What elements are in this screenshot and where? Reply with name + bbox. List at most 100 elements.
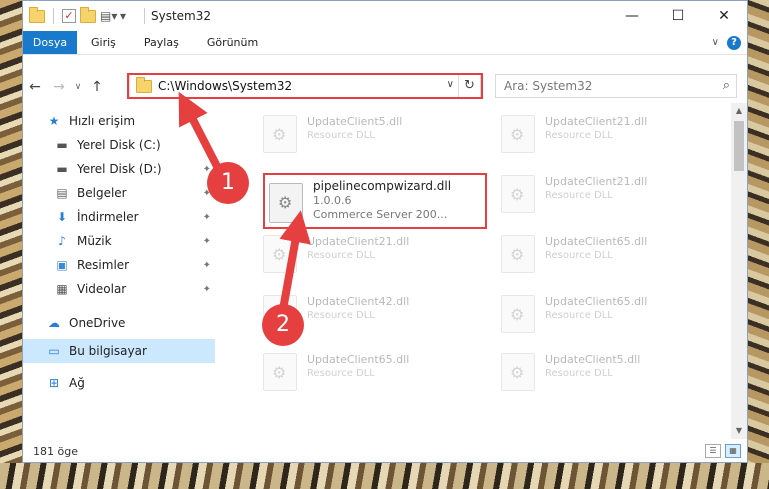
sidebar-item-downloads[interactable]: ⬇ İndirmeler ✦: [23, 205, 215, 229]
item-count: 181 öge: [33, 444, 78, 458]
folder-icon: [29, 6, 45, 23]
list-item[interactable]: UpdateClient21.dll Resource DLL: [501, 115, 731, 159]
toolbar-divider: [53, 8, 54, 24]
network-icon: ⊞: [48, 376, 60, 390]
recent-locations-button[interactable]: ∨: [71, 82, 85, 92]
dll-file-icon: [263, 353, 297, 391]
sidebar-item-videos[interactable]: ▦ Videolar ✦: [23, 277, 215, 301]
tab-view[interactable]: Görünüm: [193, 31, 272, 54]
new-folder-icon[interactable]: [80, 6, 96, 23]
title-bar: ✓ ▤▾ ▾ System32 — ☐ ✕: [23, 1, 747, 31]
file-name: UpdateClient65.dll: [545, 295, 648, 308]
file-description: Resource DLL: [307, 310, 375, 321]
sidebar-item-pictures[interactable]: ▣ Resimler ✦: [23, 253, 215, 277]
sidebar-item-quick-access[interactable]: ★ Hızlı erişim: [23, 109, 215, 133]
file-description: Resource DLL: [545, 190, 613, 201]
dll-file-icon: [501, 175, 535, 213]
pin-icon: ✦: [202, 139, 211, 151]
computer-icon: ▭: [48, 344, 60, 358]
sidebar-item-this-pc[interactable]: ▭ Bu bilgisayar: [23, 339, 215, 363]
status-bar: 181 öge ☰ ▦: [23, 440, 747, 462]
sidebar-item-local-disk-c[interactable]: ▬ Yerel Disk (C:) ✦: [23, 133, 215, 157]
sidebar-item-label: Yerel Disk (C:): [77, 138, 161, 152]
download-icon: ⬇: [56, 210, 68, 224]
sidebar-item-label: Bu bilgisayar: [69, 344, 147, 358]
file-description: Resource DLL: [545, 250, 613, 261]
window-title: System32: [151, 9, 212, 23]
back-button[interactable]: ←: [23, 79, 47, 95]
sidebar-item-label: Resimler: [77, 258, 130, 272]
sidebar-item-documents[interactable]: ▤ Belgeler ✦: [23, 181, 215, 205]
sidebar-item-local-disk-d[interactable]: ▬ Yerel Disk (D:) ✦: [23, 157, 215, 181]
desktop-background-left: [0, 0, 22, 489]
video-icon: ▦: [56, 282, 68, 296]
file-name: UpdateClient21.dll: [307, 235, 410, 248]
file-description: Resource DLL: [545, 368, 613, 379]
sidebar-item-label: Belgeler: [77, 186, 127, 200]
file-description: Resource DLL: [307, 250, 375, 261]
highlighted-dll-file[interactable]: pipelinecompwizard.dll 1.0.0.6 Commerce …: [263, 173, 487, 229]
list-item[interactable]: UpdateClient65.dll Resource DLL: [263, 353, 493, 397]
sidebar-item-label: Videolar: [77, 282, 127, 296]
customize-toolbar-icon[interactable]: ▤▾: [100, 9, 117, 23]
file-description: Resource DLL: [545, 310, 613, 321]
dll-file-icon: [501, 115, 535, 153]
up-button[interactable]: ↑: [85, 79, 109, 95]
forward-button[interactable]: →: [47, 79, 71, 95]
list-item[interactable]: UpdateClient65.dll Resource DLL: [501, 295, 731, 339]
ribbon-tabs: Dosya Giriş Paylaş Görünüm ∨ ?: [23, 31, 747, 55]
disk-icon: ▬: [56, 138, 68, 152]
file-name: UpdateClient65.dll: [307, 353, 410, 366]
documents-icon: ▤: [56, 186, 68, 200]
expand-ribbon-icon[interactable]: ∨: [712, 37, 719, 48]
dll-file-icon: [501, 353, 535, 391]
tab-share[interactable]: Paylaş: [130, 31, 193, 54]
list-item[interactable]: UpdateClient21.dll Resource DLL: [501, 175, 731, 219]
tiles-view-icon[interactable]: ▦: [725, 444, 741, 458]
dll-file-icon: [501, 295, 535, 333]
sidebar-item-label: OneDrive: [69, 316, 126, 330]
list-item[interactable]: UpdateClient5.dll Resource DLL: [501, 353, 731, 397]
scroll-up-icon[interactable]: ▲: [731, 103, 747, 119]
details-view-icon[interactable]: ☰: [705, 444, 721, 458]
toolbar-dropdown-icon[interactable]: ▾: [120, 9, 136, 23]
scrollbar-thumb[interactable]: [734, 121, 744, 171]
file-description: Resource DLL: [307, 368, 375, 379]
minimize-button[interactable]: —: [609, 1, 655, 31]
sidebar-item-label: Müzik: [77, 234, 112, 248]
vertical-scrollbar[interactable]: ▲ ▼: [731, 103, 747, 439]
properties-check-icon[interactable]: ✓: [62, 9, 76, 23]
file-company: Commerce Server 200...: [313, 208, 448, 221]
desktop-background-right: [747, 0, 769, 489]
file-description: Resource DLL: [307, 130, 375, 141]
file-name: UpdateClient65.dll: [545, 235, 648, 248]
file-name: UpdateClient5.dll: [307, 115, 403, 128]
sidebar-item-onedrive[interactable]: ☁ OneDrive: [23, 311, 215, 335]
address-highlight-box: [127, 73, 483, 99]
search-input[interactable]: Ara: System32 ⌕: [495, 74, 737, 98]
list-item[interactable]: UpdateClient65.dll Resource DLL: [501, 235, 731, 279]
desktop-background-bottom: [0, 463, 769, 489]
sidebar-item-music[interactable]: ♪ Müzik ✦: [23, 229, 215, 253]
ribbon-right-controls: ∨ ?: [712, 31, 747, 54]
maximize-button[interactable]: ☐: [655, 1, 701, 31]
sidebar-item-network[interactable]: ⊞ Ağ: [23, 371, 215, 395]
toolbar-divider: [144, 8, 145, 24]
pictures-icon: ▣: [56, 258, 68, 272]
list-item[interactable]: UpdateClient5.dll Resource DLL: [263, 115, 493, 159]
file-version: 1.0.0.6: [313, 194, 352, 207]
scroll-down-icon[interactable]: ▼: [731, 423, 747, 439]
pin-icon: ✦: [202, 211, 211, 223]
help-icon[interactable]: ?: [727, 35, 741, 50]
close-button[interactable]: ✕: [701, 1, 747, 31]
cloud-icon: ☁: [48, 316, 60, 330]
tab-home[interactable]: Giriş: [77, 31, 130, 54]
explorer-window: ✓ ▤▾ ▾ System32 — ☐ ✕ Dosya Giriş Paylaş…: [22, 0, 748, 463]
window-controls: — ☐ ✕: [609, 1, 747, 31]
music-icon: ♪: [58, 234, 66, 248]
search-icon[interactable]: ⌕: [723, 78, 730, 93]
view-toggle: ☰ ▦: [705, 444, 741, 458]
disk-icon: ▬: [56, 162, 68, 176]
tab-file[interactable]: Dosya: [23, 31, 77, 54]
list-item[interactable]: UpdateClient21.dll Resource DLL: [263, 235, 493, 279]
